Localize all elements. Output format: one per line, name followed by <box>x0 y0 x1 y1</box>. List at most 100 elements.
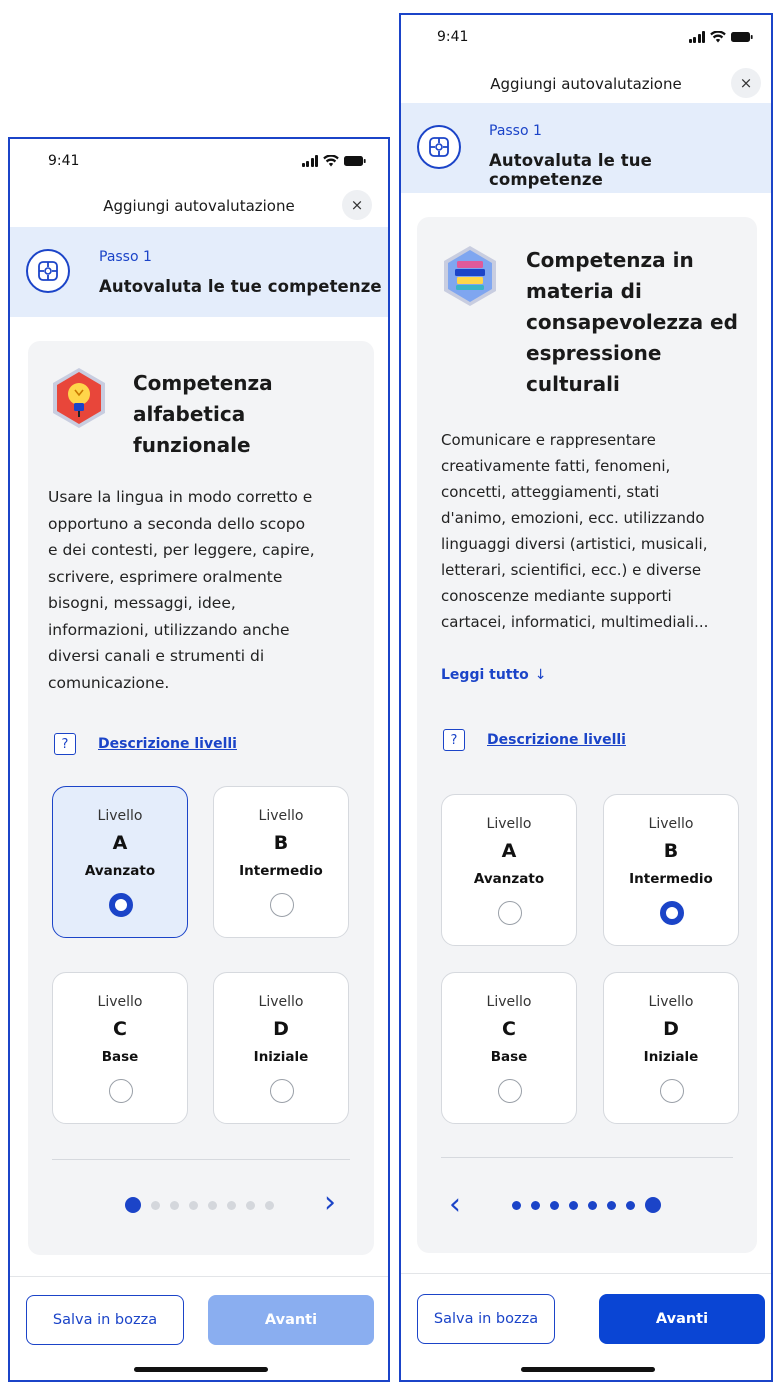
level-radio[interactable] <box>660 1079 684 1103</box>
step-banner: Passo 1 Autovaluta le tue competenze <box>10 227 388 317</box>
level-letter: A <box>112 832 128 854</box>
level-option-d[interactable]: Livello D Iniziale <box>213 972 349 1124</box>
home-indicator <box>521 1367 655 1372</box>
step-label: Passo 1 <box>99 249 152 265</box>
level-name: Intermedio <box>239 863 323 879</box>
next-button[interactable]: Avanti <box>599 1294 765 1344</box>
level-option-c[interactable]: Livello C Base <box>441 972 577 1124</box>
status-bar: 9:41 <box>401 15 771 65</box>
level-name: Intermedio <box>629 871 713 887</box>
page-dot[interactable] <box>626 1200 635 1210</box>
level-letter: A <box>501 840 517 862</box>
page-dot[interactable] <box>170 1200 179 1210</box>
page-dot[interactable] <box>208 1200 217 1210</box>
level-letter: B <box>273 832 289 854</box>
level-radio[interactable] <box>109 893 133 917</box>
card-divider <box>52 1159 350 1160</box>
description-line: letterari, scientifici, ecc.) e diverse <box>441 561 702 579</box>
level-word: Livello <box>97 808 143 824</box>
level-name: Iniziale <box>643 1049 699 1065</box>
page-dot[interactable] <box>125 1197 141 1213</box>
save-draft-button[interactable]: Salva in bozza <box>417 1294 555 1344</box>
puzzle-icon <box>26 249 70 293</box>
pagination-dots <box>120 1197 279 1213</box>
card-divider <box>441 1157 733 1158</box>
modal-title: Aggiungi autovalutazione <box>490 75 682 93</box>
page-dot[interactable] <box>246 1200 255 1210</box>
level-description-link[interactable]: Descrizione livelli <box>98 736 237 752</box>
level-letter: C <box>113 1018 127 1040</box>
description-line: informazioni, utilizzando anche <box>48 620 290 639</box>
description-line: opportuno a seconda dello scopo <box>48 514 306 533</box>
page-dot[interactable] <box>189 1200 198 1210</box>
level-letter: B <box>663 840 679 862</box>
level-name: Base <box>490 1049 528 1065</box>
arrow-down-icon: ↓ <box>534 667 547 683</box>
signal-icon <box>688 31 705 43</box>
level-option-b[interactable]: Livello B Intermedio <box>213 786 349 938</box>
books-badge-icon <box>439 243 501 313</box>
status-time: 9:41 <box>437 29 469 45</box>
page-dot[interactable] <box>151 1200 160 1210</box>
modal-title: Aggiungi autovalutazione <box>103 197 295 215</box>
level-radio[interactable] <box>498 1079 522 1103</box>
home-indicator <box>134 1367 268 1372</box>
battery-icon <box>344 155 366 167</box>
description-line: Usare la lingua in modo corretto e <box>48 488 313 506</box>
page-dot[interactable] <box>227 1200 236 1210</box>
competence-title-line: culturali <box>526 372 620 396</box>
step-title: Autovaluta le tue competenze <box>489 151 652 189</box>
level-radio[interactable] <box>109 1079 133 1103</box>
level-option-a[interactable]: Livello A Avanzato <box>52 786 188 938</box>
page-dot[interactable] <box>265 1200 274 1210</box>
level-option-c[interactable]: Livello C Base <box>52 972 188 1124</box>
level-name: Base <box>101 1049 139 1065</box>
close-button[interactable]: × <box>342 190 372 220</box>
chevron-right-icon[interactable]: › <box>324 1187 336 1219</box>
level-radio[interactable] <box>270 893 294 917</box>
level-option-d[interactable]: Livello D Iniziale <box>603 972 739 1124</box>
description-line: conoscenze mediante supporti <box>441 587 672 605</box>
step-label: Passo 1 <box>489 123 542 139</box>
page-dot[interactable] <box>588 1200 597 1210</box>
competence-description: Usare la lingua in modo corretto e oppor… <box>48 484 368 696</box>
status-icons <box>688 29 754 43</box>
description-line: diversi canali e strumenti di <box>48 647 265 665</box>
page-dot[interactable] <box>512 1200 521 1210</box>
status-time: 9:41 <box>48 153 80 169</box>
level-radio[interactable] <box>660 901 684 925</box>
page-dot[interactable] <box>607 1200 616 1210</box>
next-button[interactable]: Avanti <box>208 1295 374 1345</box>
close-icon: × <box>350 196 364 214</box>
level-name: Avanzato <box>473 871 545 887</box>
description-line: scrivere, esprimere oralmente <box>48 567 283 586</box>
page-dot[interactable] <box>531 1200 540 1210</box>
question-icon: ? <box>443 729 465 751</box>
save-draft-button[interactable]: Salva in bozza <box>26 1295 184 1345</box>
close-button[interactable]: × <box>731 68 761 98</box>
competence-title: Competenza in materia di consapevolezza … <box>526 245 738 400</box>
level-option-b[interactable]: Livello B Intermedio <box>603 794 739 946</box>
close-icon: × <box>739 74 753 92</box>
level-description-row: ? Descrizione livelli <box>443 729 626 751</box>
competence-description: Comunicare e rappresentare creativamente… <box>441 427 753 635</box>
description-line: Comunicare e rappresentare <box>441 431 656 449</box>
page-dot[interactable] <box>569 1200 578 1210</box>
page-dot[interactable] <box>550 1200 559 1210</box>
description-line: cartacei, informatici, multimediali... <box>441 613 709 631</box>
phone-screen-left: 9:41 Aggiungi autovalutazione × Passo 1 … <box>8 137 390 1382</box>
read-more-link[interactable]: Leggi tutto ↓ <box>441 667 547 683</box>
chevron-left-icon[interactable]: ‹ <box>449 1189 461 1221</box>
pagination-dots <box>507 1197 666 1213</box>
level-letter: C <box>502 1018 516 1040</box>
level-description-link[interactable]: Descrizione livelli <box>487 732 626 748</box>
level-letter: D <box>273 1018 289 1040</box>
level-description-row: ? Descrizione livelli <box>54 733 237 755</box>
level-word: Livello <box>486 994 532 1010</box>
page-dot[interactable] <box>645 1197 661 1213</box>
level-radio[interactable] <box>498 901 522 925</box>
level-radio[interactable] <box>270 1079 294 1103</box>
phone-screen-right: 9:41 Aggiungi autovalutazione × Passo 1 … <box>399 13 773 1382</box>
level-option-a[interactable]: Livello A Avanzato <box>441 794 577 946</box>
status-icons <box>301 153 367 167</box>
